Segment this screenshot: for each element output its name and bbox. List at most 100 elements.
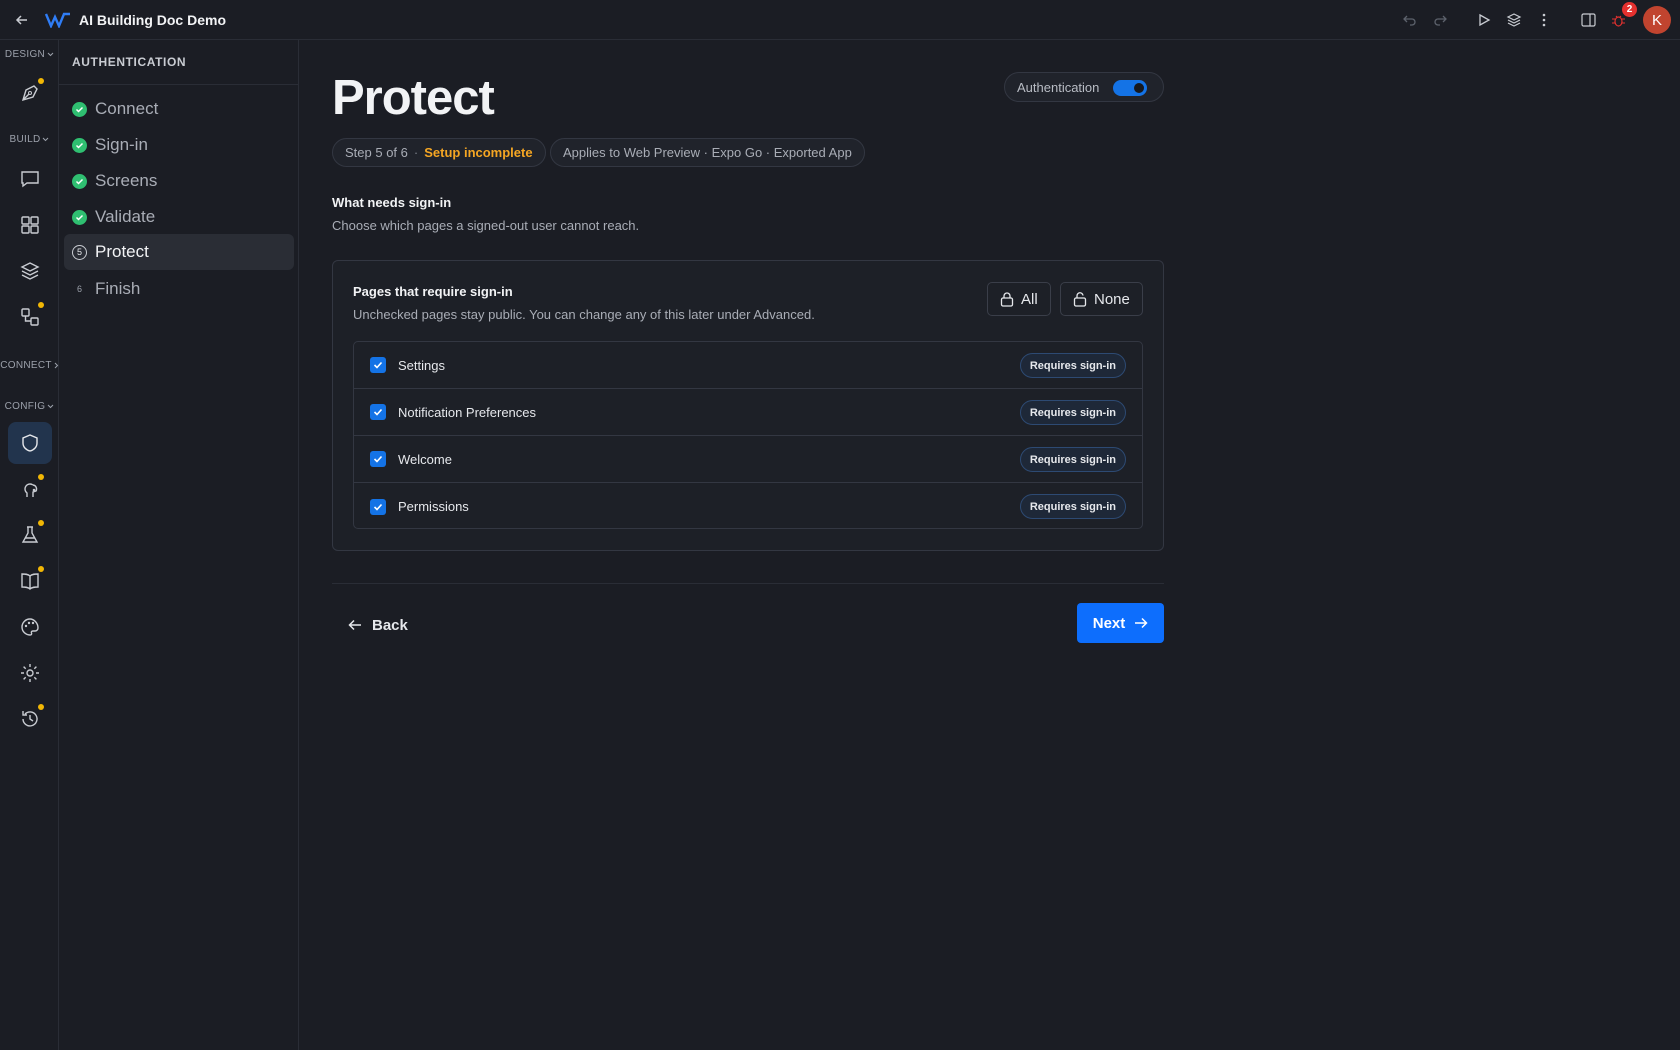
bug-count-badge: 2 bbox=[1622, 2, 1637, 17]
flask-icon[interactable] bbox=[8, 514, 52, 556]
rail-section-build[interactable]: BUILD bbox=[0, 134, 59, 145]
step-label: Protect bbox=[95, 242, 149, 261]
applies-to-chip: Applies to Web Preview · Expo Go · Expor… bbox=[550, 138, 865, 167]
check-circle-icon bbox=[72, 173, 87, 189]
list-item: Permissions Requires sign-in bbox=[354, 483, 1142, 530]
page-checkbox[interactable] bbox=[370, 451, 386, 467]
back-label: Back bbox=[372, 616, 408, 634]
pages-card: Pages that require sign-in Unchecked pag… bbox=[332, 260, 1164, 551]
step-protect[interactable]: 5 Protect bbox=[64, 234, 294, 270]
steps-panel: AUTHENTICATION Connect Sign-in Screens V… bbox=[59, 40, 299, 1050]
applies-to-text: Applies to Web Preview · Expo Go · Expor… bbox=[563, 145, 852, 160]
requires-sign-in-badge: Requires sign-in bbox=[1019, 400, 1126, 425]
step-label: Finish bbox=[95, 279, 141, 298]
step-finish[interactable]: 6 Finish bbox=[64, 271, 294, 307]
rail-section-label: DESIGN bbox=[4, 49, 46, 60]
step-label: Connect bbox=[95, 99, 159, 118]
page-name: Notification Preferences bbox=[398, 404, 537, 420]
check-circle-icon bbox=[72, 209, 87, 225]
palette-icon[interactable] bbox=[8, 606, 52, 648]
notification-dot bbox=[38, 566, 44, 572]
list-item: Settings Requires sign-in bbox=[354, 342, 1142, 389]
notification-dot bbox=[38, 78, 44, 84]
chevron-down-icon bbox=[47, 52, 54, 57]
history-icon[interactable] bbox=[8, 698, 52, 740]
step-label: Sign-in bbox=[95, 135, 148, 154]
card-title: Pages that require sign-in bbox=[353, 284, 513, 299]
section-title: What needs sign-in bbox=[332, 195, 452, 210]
next-button[interactable]: Next bbox=[1077, 603, 1164, 643]
avatar[interactable]: K bbox=[1643, 6, 1671, 34]
step-count-text: Step 5 of 6 bbox=[345, 145, 408, 160]
checkmark-icon bbox=[373, 455, 383, 463]
shield-icon[interactable] bbox=[8, 422, 52, 464]
page-checkbox[interactable] bbox=[370, 357, 386, 373]
brain-icon[interactable] bbox=[8, 468, 52, 510]
page-name: Settings bbox=[398, 357, 445, 373]
pages-list: Settings Requires sign-in Notification P… bbox=[353, 341, 1143, 529]
gear-icon[interactable] bbox=[8, 652, 52, 694]
undo-icon[interactable] bbox=[1399, 9, 1421, 31]
pen-tool-icon[interactable] bbox=[8, 72, 52, 114]
checkmark-icon bbox=[373, 361, 383, 369]
step-screens[interactable]: Screens bbox=[64, 163, 294, 199]
page-checkbox[interactable] bbox=[370, 404, 386, 420]
select-all-label: All bbox=[1021, 290, 1038, 308]
notification-dot bbox=[38, 302, 44, 308]
requires-sign-in-badge: Requires sign-in bbox=[1019, 353, 1126, 378]
rail-section-design[interactable]: DESIGN bbox=[0, 49, 59, 60]
next-label: Next bbox=[1092, 614, 1126, 632]
page-checkbox[interactable] bbox=[370, 498, 386, 515]
icon-rail: DESIGN BUILD CONNECT CONFIG bbox=[0, 40, 59, 1050]
list-item: Welcome Requires sign-in bbox=[354, 436, 1142, 483]
rail-section-label: BUILD bbox=[9, 134, 41, 145]
authentication-toggle[interactable]: Authentication bbox=[1004, 72, 1164, 102]
redo-icon[interactable] bbox=[1429, 9, 1451, 31]
notification-dot bbox=[38, 704, 44, 710]
book-icon[interactable] bbox=[8, 560, 52, 602]
checkmark-icon bbox=[373, 503, 383, 511]
toggle-switch[interactable] bbox=[1113, 80, 1147, 96]
setup-status-text: Setup incomplete bbox=[424, 145, 533, 160]
check-circle-icon bbox=[72, 137, 87, 153]
section-subtitle: Choose which pages a signed-out user can… bbox=[332, 218, 640, 233]
flow-icon[interactable] bbox=[8, 296, 52, 338]
unlock-icon bbox=[1073, 292, 1087, 307]
notification-dot bbox=[38, 474, 44, 480]
step-label: Screens bbox=[95, 171, 158, 190]
lock-icon bbox=[1000, 292, 1014, 307]
back-arrow-icon[interactable] bbox=[11, 9, 33, 31]
requires-sign-in-badge: Requires sign-in bbox=[1019, 447, 1126, 472]
play-icon[interactable] bbox=[1473, 9, 1495, 31]
checkmark-icon bbox=[373, 408, 383, 416]
rail-section-config[interactable]: CONFIG bbox=[0, 401, 59, 412]
select-none-button[interactable]: None bbox=[1060, 282, 1143, 316]
list-item: Notification Preferences Requires sign-i… bbox=[354, 389, 1142, 436]
select-all-button[interactable]: All bbox=[987, 282, 1051, 316]
chevron-down-icon bbox=[47, 404, 54, 409]
layers-stack-icon[interactable] bbox=[1503, 9, 1525, 31]
card-subtitle: Unchecked pages stay public. You can cha… bbox=[353, 307, 815, 322]
rail-section-label: CONNECT bbox=[0, 360, 52, 371]
chat-icon[interactable] bbox=[8, 158, 52, 200]
step-status-chip: Step 5 of 6 · Setup incomplete bbox=[332, 138, 546, 167]
back-button[interactable]: Back bbox=[348, 611, 408, 639]
authentication-toggle-label: Authentication bbox=[1017, 79, 1100, 95]
step-sign-in[interactable]: Sign-in bbox=[64, 127, 294, 163]
step-number: 6 bbox=[76, 284, 82, 294]
step-connect[interactable]: Connect bbox=[64, 91, 294, 127]
grid-icon[interactable] bbox=[8, 204, 52, 246]
bug-icon[interactable]: 2 bbox=[1607, 2, 1637, 31]
step-validate[interactable]: Validate bbox=[64, 199, 294, 235]
arrow-right-icon bbox=[1135, 617, 1148, 629]
panel-toggle-icon[interactable] bbox=[1577, 9, 1599, 31]
rail-section-connect[interactable]: CONNECT bbox=[0, 360, 59, 371]
more-vertical-icon[interactable] bbox=[1533, 9, 1555, 31]
select-none-label: None bbox=[1094, 290, 1130, 308]
rail-section-label: CONFIG bbox=[4, 401, 46, 412]
page-name: Permissions bbox=[398, 499, 469, 514]
step-label: Validate bbox=[95, 207, 156, 226]
layers-icon[interactable] bbox=[8, 250, 52, 292]
project-title: AI Building Doc Demo bbox=[79, 11, 226, 28]
page-title: Protect bbox=[332, 71, 495, 125]
